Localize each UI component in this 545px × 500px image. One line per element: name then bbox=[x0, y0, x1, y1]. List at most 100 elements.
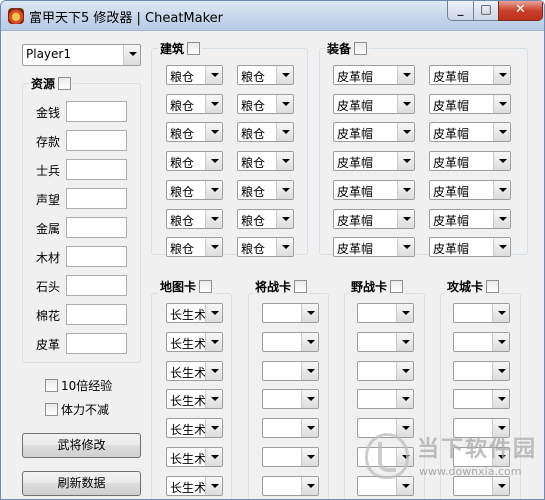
equipment-select[interactable]: 皮革帽 bbox=[429, 237, 511, 258]
building-select[interactable]: 粮仓 bbox=[166, 65, 223, 85]
map-card-select-dropdown[interactable] bbox=[205, 390, 222, 409]
equipment-select-dropdown[interactable] bbox=[493, 66, 510, 84]
general-card-select[interactable] bbox=[262, 331, 319, 352]
building-select[interactable]: 粮仓 bbox=[237, 237, 294, 258]
field-card-select-dropdown[interactable] bbox=[396, 332, 413, 351]
resource-input[interactable] bbox=[66, 304, 127, 325]
siege-card-select[interactable] bbox=[453, 331, 510, 352]
building-select-dropdown[interactable] bbox=[276, 152, 293, 171]
field-card-select-dropdown[interactable] bbox=[396, 448, 413, 466]
general-card-select-dropdown[interactable] bbox=[301, 361, 318, 380]
minimize-button[interactable]: _ bbox=[447, 1, 474, 21]
building-select[interactable]: 粮仓 bbox=[237, 65, 294, 85]
siege-card-select[interactable] bbox=[453, 389, 510, 410]
building-select-dropdown[interactable] bbox=[205, 209, 222, 228]
equipment-select[interactable]: 皮革帽 bbox=[333, 122, 415, 143]
map-card-select[interactable]: 长生术 bbox=[166, 447, 223, 467]
building-select[interactable]: 粮仓 bbox=[166, 122, 223, 143]
building-select-dropdown[interactable] bbox=[205, 152, 222, 171]
refresh-data-button[interactable]: 刷新数据 bbox=[22, 471, 141, 496]
map-card-select[interactable]: 长生术 bbox=[166, 331, 223, 352]
general-card-select-dropdown[interactable] bbox=[301, 476, 318, 495]
double-exp-checkbox[interactable] bbox=[45, 379, 58, 392]
map-card-select[interactable]: 长生术 bbox=[166, 389, 223, 410]
equipment-select[interactable]: 皮革帽 bbox=[429, 65, 511, 85]
field-card-select-dropdown[interactable] bbox=[396, 476, 413, 495]
building-select[interactable]: 粮仓 bbox=[237, 122, 294, 143]
building-select-dropdown[interactable] bbox=[276, 123, 293, 142]
equipment-select-dropdown[interactable] bbox=[493, 180, 510, 199]
building-select-dropdown[interactable] bbox=[276, 209, 293, 228]
map-card-select-dropdown[interactable] bbox=[205, 448, 222, 466]
building-select[interactable]: 粮仓 bbox=[237, 179, 294, 200]
map-card-select-dropdown[interactable] bbox=[205, 304, 222, 322]
field-card-select-dropdown[interactable] bbox=[396, 419, 413, 438]
siege-card-select-dropdown[interactable] bbox=[492, 332, 509, 351]
map-card-select[interactable]: 长生术 bbox=[166, 418, 223, 439]
siege-cards-checkbox[interactable] bbox=[486, 280, 500, 293]
siege-card-select-dropdown[interactable] bbox=[492, 419, 509, 438]
map-card-select-dropdown[interactable] bbox=[205, 419, 222, 438]
general-card-select-dropdown[interactable] bbox=[301, 332, 318, 351]
resource-input[interactable] bbox=[66, 130, 127, 151]
field-card-select[interactable] bbox=[357, 389, 414, 410]
field-card-select[interactable] bbox=[357, 475, 414, 496]
building-select-dropdown[interactable] bbox=[276, 180, 293, 199]
map-card-select-dropdown[interactable] bbox=[205, 476, 222, 495]
close-button[interactable]: ✕ bbox=[498, 1, 543, 21]
general-card-select[interactable] bbox=[262, 389, 319, 410]
general-card-select-dropdown[interactable] bbox=[301, 448, 318, 466]
field-card-select[interactable] bbox=[357, 418, 414, 439]
equipment-select[interactable]: 皮革帽 bbox=[429, 208, 511, 229]
resource-input[interactable] bbox=[66, 333, 127, 354]
field-card-select[interactable] bbox=[357, 447, 414, 467]
building-select[interactable]: 粮仓 bbox=[166, 151, 223, 172]
equipment-select[interactable]: 皮革帽 bbox=[429, 93, 511, 114]
siege-card-select-dropdown[interactable] bbox=[492, 304, 509, 322]
resource-input[interactable] bbox=[66, 159, 127, 180]
equipment-select-dropdown[interactable] bbox=[493, 152, 510, 171]
resources-checkbox[interactable] bbox=[58, 77, 72, 90]
map-card-select-dropdown[interactable] bbox=[205, 332, 222, 351]
equipment-select-dropdown[interactable] bbox=[493, 209, 510, 228]
field-card-select[interactable] bbox=[357, 303, 414, 323]
equipment-select[interactable]: 皮革帽 bbox=[429, 179, 511, 200]
siege-card-select[interactable] bbox=[453, 475, 510, 496]
siege-card-select[interactable] bbox=[453, 303, 510, 323]
general-card-select[interactable] bbox=[262, 303, 319, 323]
general-card-select[interactable] bbox=[262, 418, 319, 439]
building-select-dropdown[interactable] bbox=[276, 238, 293, 257]
equipment-select[interactable]: 皮革帽 bbox=[429, 122, 511, 143]
map-card-select[interactable]: 长生术 bbox=[166, 360, 223, 381]
modify-general-button[interactable]: 武将修改 bbox=[22, 433, 141, 458]
maximize-button[interactable]: □ bbox=[473, 1, 499, 21]
siege-card-select-dropdown[interactable] bbox=[492, 390, 509, 409]
equipment-select[interactable]: 皮革帽 bbox=[333, 65, 415, 85]
equipment-select[interactable]: 皮革帽 bbox=[333, 151, 415, 172]
buildings-checkbox[interactable] bbox=[187, 42, 201, 55]
general-cards-checkbox[interactable] bbox=[294, 280, 308, 293]
building-select-dropdown[interactable] bbox=[205, 180, 222, 199]
building-select[interactable]: 粮仓 bbox=[237, 208, 294, 229]
map-card-select[interactable]: 长生术 bbox=[166, 303, 223, 323]
map-card-select-dropdown[interactable] bbox=[205, 361, 222, 380]
general-card-select-dropdown[interactable] bbox=[301, 304, 318, 322]
field-card-select[interactable] bbox=[357, 331, 414, 352]
siege-card-select-dropdown[interactable] bbox=[492, 448, 509, 466]
general-card-select-dropdown[interactable] bbox=[301, 390, 318, 409]
building-select-dropdown[interactable] bbox=[276, 94, 293, 113]
general-card-select[interactable] bbox=[262, 447, 319, 467]
building-select[interactable]: 粮仓 bbox=[166, 237, 223, 258]
resource-input[interactable] bbox=[66, 246, 127, 267]
field-card-select[interactable] bbox=[357, 360, 414, 381]
player-select-dropdown[interactable] bbox=[123, 45, 140, 65]
player-select[interactable]: Player1 bbox=[22, 44, 141, 66]
equipment-select[interactable]: 皮革帽 bbox=[333, 237, 415, 258]
building-select-dropdown[interactable] bbox=[205, 66, 222, 84]
building-select[interactable]: 粮仓 bbox=[166, 93, 223, 114]
map-cards-checkbox[interactable] bbox=[199, 280, 213, 293]
building-select-dropdown[interactable] bbox=[205, 94, 222, 113]
no-stamina-loss-option[interactable]: 体力不减 bbox=[45, 401, 109, 418]
siege-card-select[interactable] bbox=[453, 447, 510, 467]
map-card-select[interactable]: 长生术 bbox=[166, 475, 223, 496]
